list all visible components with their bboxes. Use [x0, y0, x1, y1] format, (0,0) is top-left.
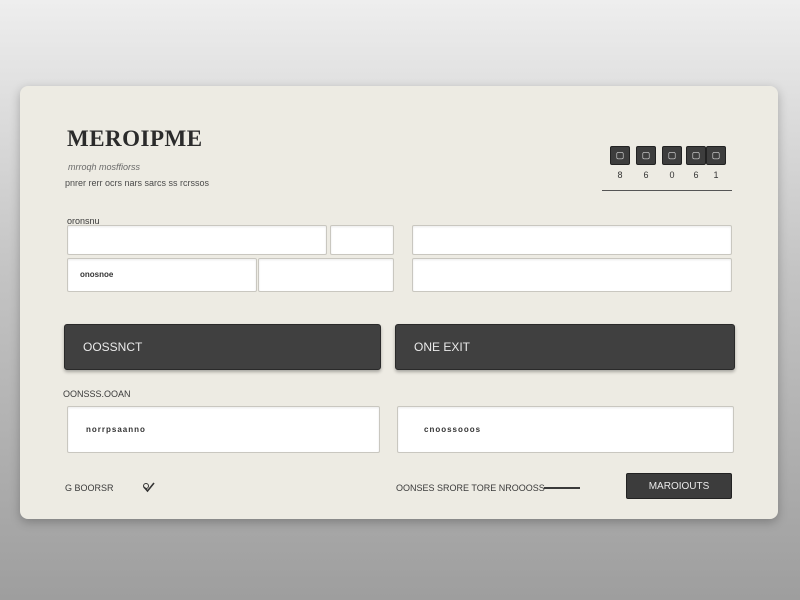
step-4-icon[interactable]: ▢: [686, 146, 706, 165]
primary-action-button[interactable]: OOSSNCT: [64, 324, 381, 370]
footer-middle-text: OONSES SRORE TORE NROOOSS: [396, 483, 545, 493]
row2-right-input[interactable]: [412, 258, 732, 292]
step-5-icon[interactable]: ▢: [706, 146, 726, 165]
step-indicator: ▢ ▢ ▢ ▢ ▢ 8 6 0 6 1: [602, 146, 732, 191]
form-card: MEROIPME mrroqh mosffiorss pnrer rerr oc…: [20, 86, 778, 519]
step-1-number: 8: [617, 170, 623, 180]
row2-second-input[interactable]: [258, 258, 394, 292]
row1-short-input[interactable]: [330, 225, 394, 255]
step-2-number: 6: [643, 170, 649, 180]
lower-left-value: norrpsaanno: [86, 425, 146, 434]
lower-left-field[interactable]: norrpsaanno: [67, 406, 380, 453]
row2-field-label: onosnoe: [80, 270, 114, 279]
check-icon[interactable]: [142, 481, 156, 493]
lower-right-field[interactable]: cnoossooos: [397, 406, 734, 453]
step-5-number: 1: [713, 170, 719, 180]
step-1-icon[interactable]: ▢: [610, 146, 630, 165]
page-description: pnrer rerr ocrs nars sarcs ss rcrssos: [65, 178, 210, 188]
step-2-icon[interactable]: ▢: [636, 146, 656, 165]
row2-label-field[interactable]: onosnoe: [67, 258, 257, 292]
row1-main-input[interactable]: [67, 225, 327, 255]
secondary-action-button[interactable]: ONE EXIT: [395, 324, 735, 370]
page-subtitle: mrroqh mosffiorss: [68, 162, 141, 172]
lower-section-label: OONSSS.OOAN: [63, 389, 131, 399]
footer-divider: [544, 487, 580, 489]
step-3-icon[interactable]: ▢: [662, 146, 682, 165]
row1-right-input[interactable]: [412, 225, 732, 255]
submit-button[interactable]: MAROIOUTS: [626, 473, 732, 499]
step-3-number: 0: [669, 170, 675, 180]
step-4-number: 6: [693, 170, 699, 180]
lower-right-value: cnoossooos: [424, 425, 482, 434]
page-title: MEROIPME: [67, 126, 203, 151]
footer-left-text: G BOORSR: [65, 483, 114, 493]
